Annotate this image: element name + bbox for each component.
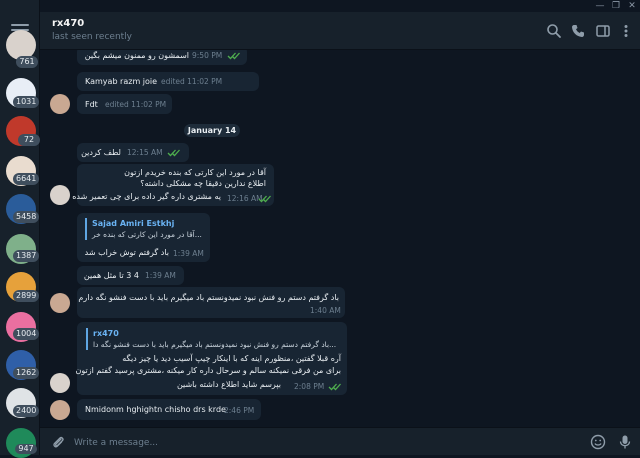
search-icon[interactable] <box>546 23 562 39</box>
more-icon[interactable] <box>618 23 634 39</box>
reply-sender: rx470 <box>93 329 119 338</box>
close-button[interactable]: ✕ <box>624 0 640 12</box>
message-time: edited 11:02 PM <box>105 100 167 109</box>
message-text: بپرسم شاید اطلاع داشته باشین <box>176 380 281 389</box>
telegram-window: 761 1031 72 6641 5458 1387 2899 1004 126… <box>0 0 640 458</box>
message: Sajad Amiri Estkhj ...آقا در مورد این کا… <box>40 213 640 263</box>
message-input[interactable] <box>74 435 544 450</box>
message: Fdt edited 11:02 PM <box>40 93 640 115</box>
unread-badge: 2899 <box>13 290 40 302</box>
phone-icon[interactable] <box>570 23 586 39</box>
double-check-icon <box>167 149 180 157</box>
restore-button[interactable]: ❐ <box>608 0 624 12</box>
sender-avatar[interactable] <box>50 293 70 313</box>
message-time: edited 11:02 PM <box>161 77 223 86</box>
unread-badge: 6641 <box>13 173 40 185</box>
message-text: باد گرفتم توش خراب شد <box>84 248 169 257</box>
message-text: Nmidonm hghightn chisho drs krde <box>85 405 226 414</box>
message-text: لطف کردین <box>81 148 121 157</box>
date-separator: January 14 <box>184 124 240 137</box>
message-text: باد گرفتم دستم رو فنش نبود نمیدونستم باد… <box>78 293 339 302</box>
double-check-icon <box>227 52 240 60</box>
message-composer <box>40 427 640 455</box>
emoji-icon[interactable] <box>590 434 606 450</box>
unread-badge: 2400 <box>13 405 40 417</box>
message-bubble[interactable]: Fdt edited 11:02 PM <box>77 94 172 114</box>
message: اسمشون رو ممنون میشم بگین 9:50 PM <box>40 50 640 66</box>
message-bubble[interactable]: لطف کردین 12:15 AM <box>77 143 189 162</box>
unread-badge: 761 <box>16 56 38 68</box>
message-text: 4 3 تا مثل همین <box>83 271 139 280</box>
message: لطف کردین 12:15 AM <box>40 143 640 163</box>
reply-text: ...باد گرفتم دستم رو فنش نبود نمیدونستم … <box>93 340 337 349</box>
message-text: یه مشتری داره گیر داده برای چی تعمیر شده <box>72 192 221 201</box>
message-text: آقا در مورد این کارتی که بنده خریدم ازتو… <box>124 168 266 177</box>
window-controls: — ❐ ✕ <box>592 0 640 12</box>
message-time: 2:46 PM <box>224 406 255 415</box>
sender-avatar[interactable] <box>50 400 70 420</box>
chat-title[interactable]: rx470 <box>52 18 84 29</box>
message-time: 2:08 PM <box>294 382 325 391</box>
message-bubble[interactable]: Kamyab razm joie edited 11:02 PM <box>77 72 259 91</box>
message-text: Fdt <box>85 100 98 109</box>
unread-badge: 1031 <box>13 96 40 108</box>
sender-avatar[interactable] <box>50 94 70 114</box>
reply-quote[interactable]: Sajad Amiri Estkhj ...آقا در مورد این کا… <box>85 218 202 240</box>
double-check-icon <box>258 195 271 203</box>
message-text: برای من فرقی نمیکنه سالم و سرحال داره کا… <box>75 366 342 375</box>
message-bubble[interactable]: 4 3 تا مثل همین 1:39 AM <box>77 266 184 285</box>
reply-text: ...آقا در مورد این کارتی که بنده خر <box>92 230 202 239</box>
unread-badge: 5458 <box>13 211 40 223</box>
message: 4 3 تا مثل همین 1:39 AM <box>40 266 640 286</box>
sidebar-icon[interactable] <box>595 23 611 39</box>
message-bubble[interactable]: اسمشون رو ممنون میشم بگین 9:50 PM <box>77 50 247 65</box>
message-bubble[interactable]: Nmidonm hghightn chisho drs krde 2:46 PM <box>77 399 261 420</box>
message: Kamyab razm joie edited 11:02 PM <box>40 72 640 92</box>
message: Nmidonm hghightn chisho drs krde 2:46 PM <box>40 399 640 421</box>
message-text: آره قبلا گفتین ،منظورم اینه که با اینکار… <box>122 354 341 363</box>
unread-badge: 72 <box>18 134 40 146</box>
message-bubble[interactable]: آقا در مورد این کارتی که بنده خریدم ازتو… <box>72 164 274 206</box>
double-check-icon <box>328 383 341 391</box>
message: rx470 ...باد گرفتم دستم رو فنش نبود نمید… <box>40 322 640 396</box>
message-text: Kamyab razm joie <box>85 77 158 86</box>
last-seen-status: last seen recently <box>52 32 133 42</box>
message-time: 1:39 AM <box>173 249 204 258</box>
message: باد گرفتم دستم رو فنش نبود نمیدونستم باد… <box>40 287 640 319</box>
message-time: 12:15 AM <box>127 148 163 157</box>
reply-sender: Sajad Amiri Estkhj <box>92 219 175 228</box>
message-bubble[interactable]: rx470 ...باد گرفتم دستم رو فنش نبود نمید… <box>75 322 347 395</box>
message-bubble[interactable]: باد گرفتم دستم رو فنش نبود نمیدونستم باد… <box>77 287 345 318</box>
minimize-button[interactable]: — <box>592 0 608 12</box>
attach-icon[interactable] <box>50 434 66 450</box>
message-text: اطلاع ندارین دقیقا چه مشکلی داشته؟ <box>140 179 266 188</box>
unread-badge: 1387 <box>13 250 40 262</box>
chat-header[interactable]: rx470 last seen recently <box>40 12 640 50</box>
message-time: 1:39 AM <box>145 271 176 280</box>
unread-badge: 1262 <box>13 367 40 379</box>
message-bubble[interactable]: Sajad Amiri Estkhj ...آقا در مورد این کا… <box>77 213 210 262</box>
message-time: 9:50 PM <box>192 51 223 60</box>
mic-icon[interactable] <box>617 434 633 450</box>
sender-avatar[interactable] <box>50 185 70 205</box>
unread-badge: 947 <box>15 444 37 454</box>
message-time: 1:40 AM <box>310 306 341 315</box>
unread-badge: 1004 <box>13 328 40 340</box>
message-list[interactable]: اسمشون رو ممنون میشم بگین 9:50 PM Kamyab… <box>40 50 640 427</box>
message: آقا در مورد این کارتی که بنده خریدم ازتو… <box>40 164 640 208</box>
message-text: اسمشون رو ممنون میشم بگین <box>84 51 189 60</box>
reply-quote[interactable]: rx470 ...باد گرفتم دستم رو فنش نبود نمید… <box>86 328 336 350</box>
sender-avatar[interactable] <box>50 373 70 393</box>
chat-list-rail: 761 1031 72 6641 5458 1387 2899 1004 126… <box>0 0 40 458</box>
